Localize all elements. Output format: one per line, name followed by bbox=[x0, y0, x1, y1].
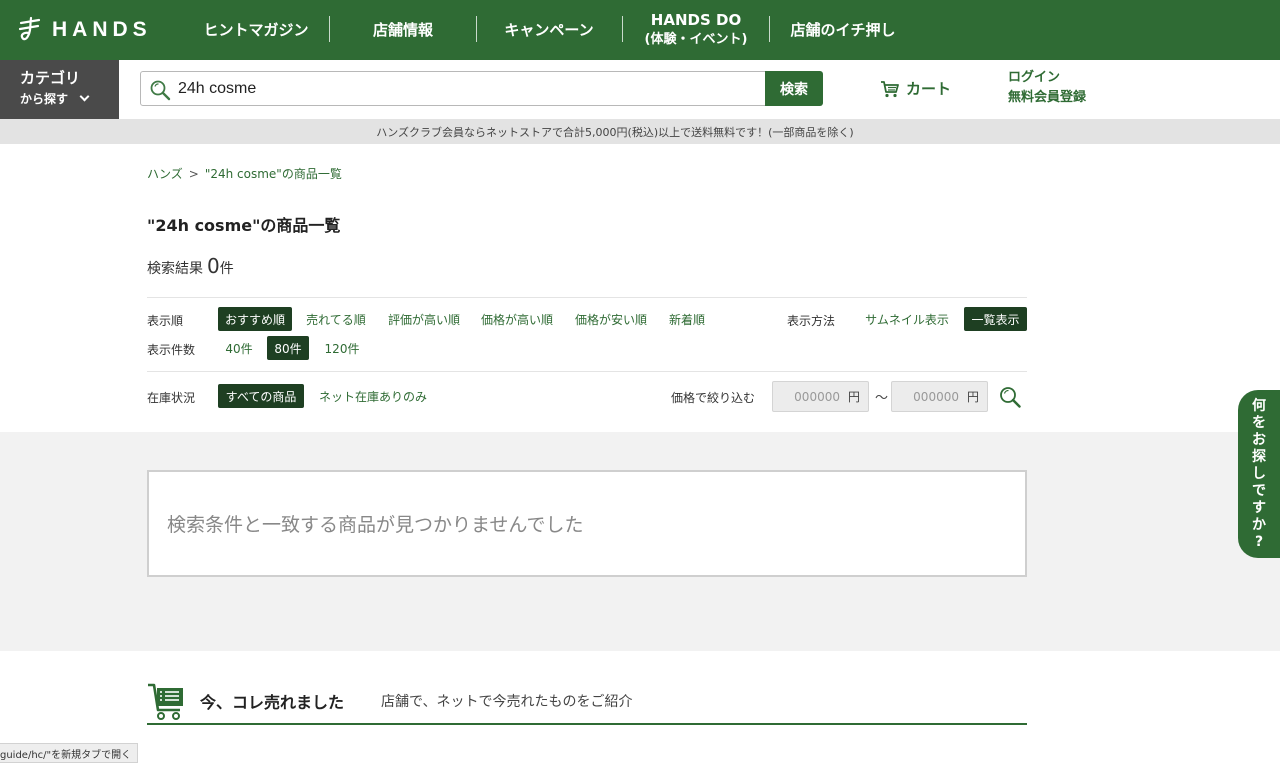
price-max-input[interactable]: 000000 円 bbox=[891, 381, 988, 412]
side-tab-char: す bbox=[1252, 499, 1266, 516]
search-box bbox=[140, 71, 766, 106]
side-tab-char: 探 bbox=[1252, 448, 1266, 465]
search-button[interactable]: 検索 bbox=[765, 71, 823, 106]
result-count: 検索結果 0 件 bbox=[147, 254, 234, 278]
per-page-label: 表示件数 bbox=[147, 343, 196, 357]
nav-sublabel: (体験・イベント) bbox=[644, 32, 748, 47]
result-label: 検索結果 bbox=[147, 261, 203, 277]
view-list[interactable]: 一覧表示 bbox=[964, 307, 1027, 331]
nav-divider bbox=[476, 16, 477, 42]
side-tab-char: か bbox=[1252, 516, 1266, 533]
category-sublabel: から探す bbox=[20, 92, 69, 106]
sold-now-section: 今、コレ売れました 店舗で、ネットで今売れたものをご紹介 bbox=[147, 681, 1027, 725]
sort-top-rated[interactable]: 評価が高い順 bbox=[383, 307, 465, 331]
nav-label: HANDS DO bbox=[650, 11, 742, 29]
nav-label: 店舗のイチ押し bbox=[790, 20, 896, 39]
search-icon bbox=[150, 80, 171, 101]
help-side-tab[interactable]: 何 を お 探 し で す か ? bbox=[1238, 390, 1280, 558]
category-menu-button[interactable]: カテゴリ から探す bbox=[0, 60, 119, 119]
breadcrumb-home[interactable]: ハンズ bbox=[147, 167, 183, 181]
search-input[interactable] bbox=[178, 72, 758, 105]
side-tab-char: し bbox=[1252, 465, 1266, 482]
stock-online-only[interactable]: ネット在庫ありのみ bbox=[313, 384, 433, 408]
side-tab-char: を bbox=[1252, 414, 1266, 431]
category-label: カテゴリ bbox=[20, 69, 81, 87]
shopping-cart-icon bbox=[148, 683, 183, 720]
logo-text: HANDS bbox=[52, 18, 152, 41]
per-page-40[interactable]: 40件 bbox=[218, 336, 260, 360]
result-number: 0 bbox=[207, 254, 220, 278]
cart-link[interactable]: カート bbox=[880, 78, 951, 99]
per-page-80[interactable]: 80件 bbox=[267, 336, 309, 360]
side-tab-char: お bbox=[1252, 431, 1266, 448]
nav-store-info[interactable]: 店舗情報 bbox=[358, 0, 448, 60]
account-links: ログイン 無料会員登録 bbox=[1008, 68, 1086, 108]
breadcrumb: ハンズ > "24h cosme"の商品一覧 bbox=[147, 165, 342, 182]
nav-hint-magazine[interactable]: ヒントマガジン bbox=[198, 0, 314, 60]
sort-price-high[interactable]: 価格が高い順 bbox=[476, 307, 558, 331]
price-max-placeholder: 000000 bbox=[913, 389, 959, 404]
view-thumbnail[interactable]: サムネイル表示 bbox=[860, 307, 954, 331]
category-sublabel-row: から探す bbox=[20, 90, 119, 107]
nav-hands-do[interactable]: HANDS DO (体験・イベント) bbox=[636, 0, 756, 60]
cart-icon bbox=[881, 80, 899, 97]
sort-label: 表示順 bbox=[147, 314, 184, 328]
sold-now-subtitle: 店舗で、ネットで今売れたものをご紹介 bbox=[381, 694, 633, 710]
side-tab-char: 何 bbox=[1252, 397, 1266, 414]
stock-all[interactable]: すべての商品 bbox=[218, 384, 304, 408]
chevron-down-icon bbox=[79, 91, 90, 102]
price-min-input[interactable]: 000000 円 bbox=[772, 381, 869, 412]
price-min-placeholder: 000000 bbox=[794, 389, 840, 404]
nav-campaign[interactable]: キャンペーン bbox=[496, 0, 602, 60]
divider bbox=[147, 371, 1027, 372]
sort-best-selling[interactable]: 売れてる順 bbox=[301, 307, 371, 331]
shipping-notice: ハンズクラブ会員ならネットストアで合計5,000円(税込)以上で送料無料です！(… bbox=[0, 119, 1280, 144]
hands-logo[interactable]: HANDS bbox=[18, 16, 152, 44]
result-unit: 件 bbox=[219, 261, 234, 277]
nav-divider bbox=[622, 16, 623, 42]
nav-store-recommend[interactable]: 店舗のイチ押し bbox=[784, 0, 902, 60]
price-max-currency: 円 bbox=[966, 390, 979, 404]
empty-results-message: 検索条件と一致する商品が見つかりませんでした bbox=[147, 470, 1027, 577]
nav-divider bbox=[769, 16, 770, 42]
link-status-tooltip: guide/hc/"を新規タブで開く bbox=[0, 743, 139, 763]
price-range-tilde: 〜 bbox=[875, 391, 889, 406]
register-link[interactable]: 無料会員登録 bbox=[1008, 88, 1086, 108]
divider bbox=[147, 297, 1027, 298]
page-title: "24h cosme"の商品一覧 bbox=[147, 216, 341, 235]
sort-price-low[interactable]: 価格が安い順 bbox=[569, 307, 653, 331]
nav-label: キャンペーン bbox=[504, 20, 594, 39]
side-tab-char: で bbox=[1252, 482, 1266, 499]
top-nav: HANDS ヒントマガジン 店舗情報 キャンペーン HANDS DO (体験・イ… bbox=[0, 0, 1280, 60]
price-min-currency: 円 bbox=[847, 390, 860, 404]
hands-logo-mark-icon bbox=[18, 16, 41, 41]
view-label: 表示方法 bbox=[787, 314, 836, 328]
sort-recommended[interactable]: おすすめ順 bbox=[218, 307, 292, 331]
sold-now-title: 今、コレ売れました bbox=[200, 693, 345, 712]
nav-label: 店舗情報 bbox=[372, 20, 433, 39]
sort-newest[interactable]: 新着順 bbox=[664, 307, 710, 331]
cart-label: カート bbox=[906, 80, 952, 98]
per-page-120[interactable]: 120件 bbox=[318, 336, 366, 360]
stock-label: 在庫状況 bbox=[147, 391, 196, 405]
price-filter-label: 価格で絞り込む bbox=[671, 391, 756, 405]
login-link[interactable]: ログイン bbox=[1008, 68, 1086, 88]
breadcrumb-separator: > bbox=[188, 167, 199, 181]
nav-divider bbox=[329, 16, 330, 42]
price-search-icon[interactable] bbox=[998, 385, 1022, 409]
side-tab-char: ? bbox=[1254, 533, 1264, 550]
breadcrumb-current[interactable]: "24h cosme"の商品一覧 bbox=[205, 167, 342, 181]
nav-label: ヒントマガジン bbox=[203, 20, 309, 39]
